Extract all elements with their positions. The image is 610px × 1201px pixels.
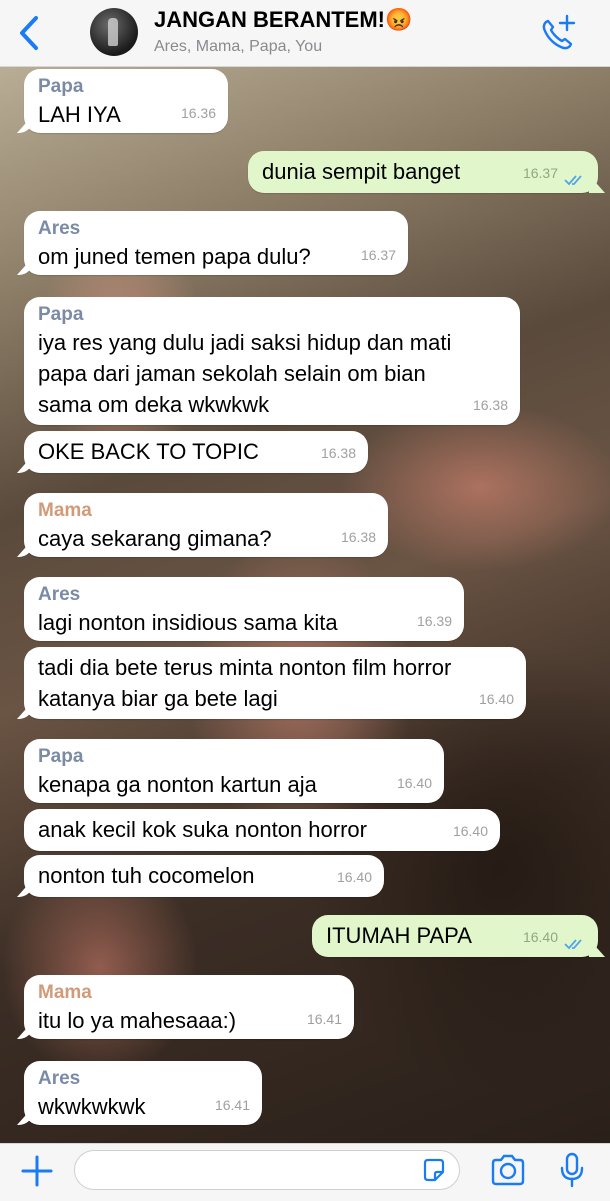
message-bubble[interactable]: Ares wkwkwkwk 16.41	[24, 1061, 262, 1125]
chat-header: JANGAN BERANTEM!😡 Ares, Mama, Papa, You	[0, 0, 610, 67]
microphone-icon[interactable]	[558, 1152, 586, 1188]
message-time: 16.40	[478, 691, 514, 707]
composer-bar	[0, 1143, 610, 1201]
message-time: 16.36	[180, 105, 216, 121]
message-bubble[interactable]: Ares lagi nonton insidious sama kita 16.…	[24, 577, 464, 641]
message-text: tadi dia bete terus minta nonton film ho…	[38, 655, 452, 711]
chat-title[interactable]: JANGAN BERANTEM!😡	[154, 7, 412, 33]
sender-name: Ares	[38, 584, 81, 605]
chat-participants[interactable]: Ares, Mama, Papa, You	[154, 38, 322, 56]
message-bubble[interactable]: tadi dia bete terus minta nonton film ho…	[24, 647, 526, 719]
message-input[interactable]	[74, 1150, 460, 1190]
message-time: 16.38	[320, 445, 356, 461]
message-time: 16.37	[360, 247, 396, 263]
sender-name: Ares	[38, 1068, 81, 1089]
message-time: 16.40	[396, 775, 432, 791]
message-time: 16.41	[306, 1011, 342, 1027]
camera-icon[interactable]	[490, 1154, 526, 1186]
message-text: OKE BACK TO TOPIC	[38, 439, 259, 464]
group-avatar[interactable]	[90, 8, 138, 56]
sender-name: Ares	[38, 218, 81, 239]
message-time: 16.37	[522, 165, 558, 181]
sender-name: Papa	[38, 304, 84, 325]
message-text: itu lo ya mahesaaa:)	[38, 1008, 237, 1033]
chevron-left-icon[interactable]	[14, 14, 44, 52]
plus-icon[interactable]	[18, 1152, 56, 1190]
message-bubble[interactable]: Papa iya res yang dulu jadi saksi hidup …	[24, 297, 520, 425]
message-list[interactable]: Papa LAH IYA 16.36 dunia sempit banget 1…	[0, 67, 610, 1143]
message-text: om juned temen papa dulu?	[38, 244, 311, 269]
sender-name: Papa	[38, 76, 84, 97]
sender-name: Mama	[38, 500, 92, 521]
message-time: 16.41	[214, 1097, 250, 1113]
phone-add-icon[interactable]	[538, 14, 578, 54]
message-text: nonton tuh cocomelon	[38, 863, 255, 888]
message-text: lagi nonton insidious sama kita	[38, 610, 338, 635]
message-text: caya sekarang gimana?	[38, 526, 272, 551]
message-time: 16.40	[522, 929, 558, 945]
message-bubble[interactable]: anak kecil kok suka nonton horror 16.40	[24, 809, 500, 851]
sender-name: Papa	[38, 746, 84, 767]
read-receipt-icon	[564, 175, 582, 186]
message-bubble[interactable]: Mama caya sekarang gimana? 16.38	[24, 493, 388, 557]
message-bubble[interactable]: Papa LAH IYA 16.36	[24, 69, 228, 133]
message-time: 16.40	[336, 869, 372, 885]
sticker-icon[interactable]	[421, 1157, 447, 1183]
message-bubble[interactable]: Papa kenapa ga nonton kartun aja 16.40	[24, 739, 444, 803]
message-bubble[interactable]: ITUMAH PAPA 16.40	[312, 915, 598, 957]
message-bubble[interactable]: Ares om juned temen papa dulu? 16.37	[24, 211, 408, 275]
message-text: iya res yang dulu jadi saksi hidup dan m…	[38, 330, 452, 417]
message-time: 16.38	[472, 397, 508, 413]
message-text: anak kecil kok suka nonton horror	[38, 817, 367, 842]
sender-name: Mama	[38, 982, 92, 1003]
message-bubble[interactable]: OKE BACK TO TOPIC 16.38	[24, 431, 368, 473]
message-text: kenapa ga nonton kartun aja	[38, 772, 317, 797]
message-time: 16.39	[416, 613, 452, 629]
message-time: 16.40	[452, 823, 488, 839]
message-bubble[interactable]: Mama itu lo ya mahesaaa:) 16.41	[24, 975, 354, 1039]
message-bubble[interactable]: nonton tuh cocomelon 16.40	[24, 855, 384, 897]
read-receipt-icon	[564, 939, 582, 950]
message-bubble[interactable]: dunia sempit banget 16.37	[248, 151, 598, 193]
message-time: 16.38	[340, 529, 376, 545]
